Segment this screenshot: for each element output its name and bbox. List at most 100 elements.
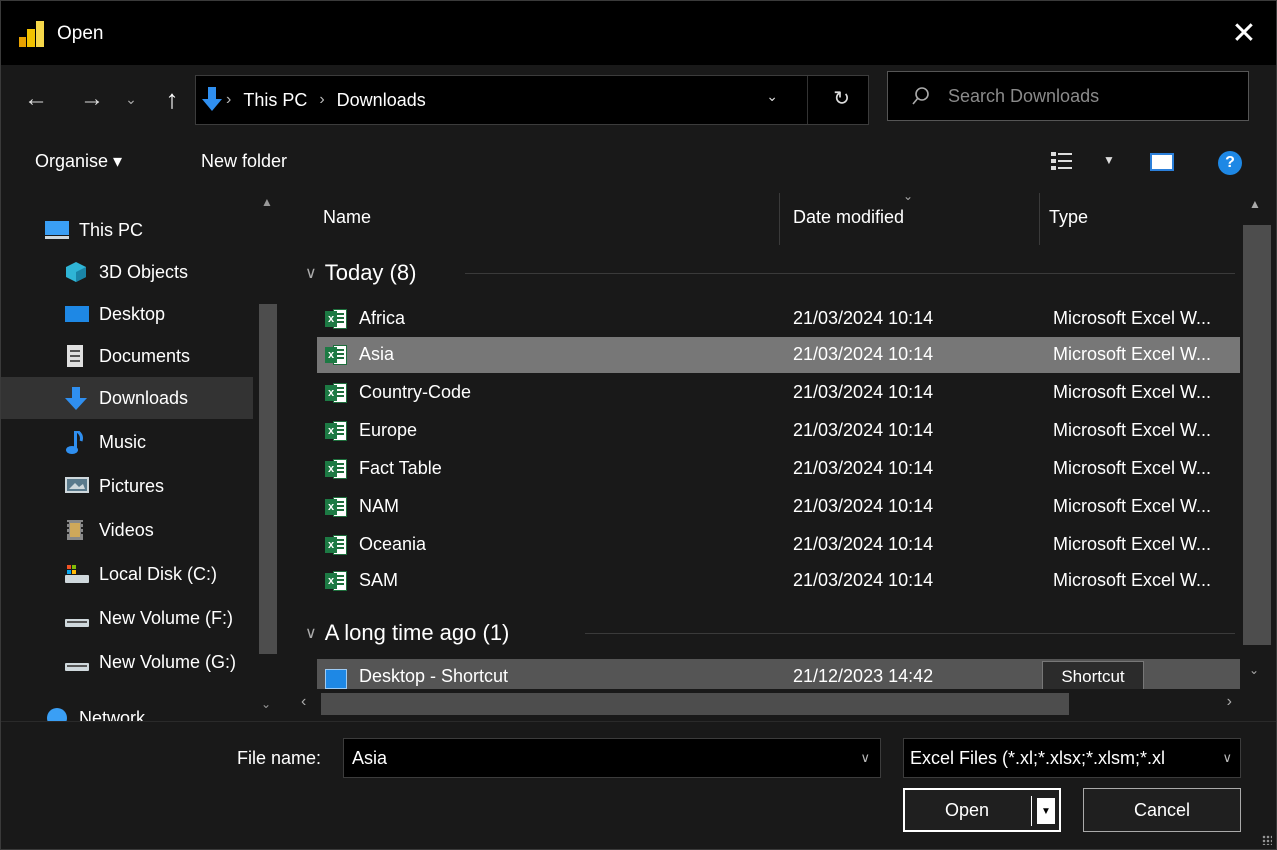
- sidebar-item-network[interactable]: Network: [1, 697, 253, 721]
- sidebar-item-videos[interactable]: Videos: [1, 509, 253, 551]
- column-divider[interactable]: [1039, 193, 1040, 245]
- resize-grip-icon[interactable]: [1262, 835, 1272, 845]
- sidebar-item-label: Documents: [99, 345, 191, 366]
- search-icon: [912, 87, 930, 105]
- pictures-icon: [65, 475, 89, 497]
- sidebar-item-label: Downloads: [99, 387, 189, 408]
- file-date: 21/03/2024 10:14: [793, 458, 934, 478]
- sidebar-item-label: Pictures: [99, 475, 165, 496]
- scroll-up-icon[interactable]: ▲: [261, 195, 273, 209]
- view-options-icon[interactable]: [1051, 152, 1073, 170]
- sidebar-item-label: Local Disk (C:): [99, 563, 218, 584]
- excel-file-icon: x: [325, 421, 347, 441]
- scroll-right-icon[interactable]: ›: [1227, 693, 1232, 711]
- file-name: Asia: [359, 344, 395, 364]
- breadcrumb-downloads[interactable]: Downloads: [329, 90, 434, 111]
- scrollbar-thumb[interactable]: [1243, 225, 1271, 645]
- scroll-down-icon[interactable]: ⌄: [261, 697, 271, 711]
- address-dropdown-chevron-icon[interactable]: ⌄: [766, 88, 778, 105]
- file-date: 21/03/2024 10:14: [793, 534, 934, 554]
- chevron-down-icon[interactable]: ∨: [860, 750, 870, 766]
- sidebar-item-label: Music: [99, 431, 147, 452]
- column-header-type[interactable]: Type: [1049, 189, 1088, 245]
- table-row[interactable]: x Country-Code 21/03/2024 10:14 Microsof…: [317, 375, 1240, 411]
- sidebar-item-this-pc[interactable]: This PC: [1, 209, 253, 251]
- file-name-combobox[interactable]: Asia ∨: [343, 738, 881, 778]
- sidebar-item-pictures[interactable]: Pictures: [1, 465, 253, 507]
- split-divider: [1031, 796, 1032, 826]
- file-list-horizontal-scrollbar[interactable]: ‹ ›: [295, 689, 1240, 719]
- table-row[interactable]: x Fact Table 21/03/2024 10:14 Microsoft …: [317, 451, 1240, 487]
- file-type: Microsoft Excel W...: [1053, 420, 1212, 440]
- address-bar[interactable]: › This PC › Downloads ⌄ ↻: [195, 75, 869, 125]
- sidebar-item-local-disk-c[interactable]: Local Disk (C:): [1, 553, 253, 595]
- file-name: Africa: [359, 308, 406, 328]
- organise-button[interactable]: Organise ▾: [35, 151, 122, 172]
- table-row[interactable]: x Africa 21/03/2024 10:14 Microsoft Exce…: [317, 301, 1240, 337]
- excel-file-icon: x: [325, 497, 347, 517]
- table-row[interactable]: x SAM 21/03/2024 10:14 Microsoft Excel W…: [317, 563, 1240, 599]
- back-button[interactable]: ←: [21, 83, 51, 115]
- breadcrumb-separator: ›: [319, 91, 325, 108]
- file-type-select[interactable]: Excel Files (*.xl;*.xlsx;*.xlsm;*.xl ∨: [903, 738, 1241, 778]
- table-row[interactable]: x Europe 21/03/2024 10:14 Microsoft Exce…: [317, 413, 1240, 449]
- file-name-value[interactable]: Asia: [352, 748, 387, 769]
- group-header-today[interactable]: ∨ Today (8): [295, 253, 416, 293]
- new-folder-button[interactable]: New folder: [201, 151, 287, 172]
- table-row[interactable]: x NAM 21/03/2024 10:14 Microsoft Excel W…: [317, 489, 1240, 525]
- column-header-date-modified[interactable]: Date modified: [793, 189, 904, 245]
- column-divider[interactable]: [779, 193, 780, 245]
- music-icon: [65, 429, 87, 454]
- drive-icon: [65, 563, 89, 585]
- chevron-down-icon[interactable]: ∨: [1222, 750, 1232, 766]
- file-type: Microsoft Excel W...: [1053, 534, 1212, 554]
- breadcrumb-this-pc[interactable]: This PC: [235, 90, 315, 111]
- sort-chevron-icon: ⌄: [903, 189, 914, 203]
- navigation-pane-scrollbar[interactable]: ▲ ⌄: [257, 189, 279, 721]
- scrollbar-thumb[interactable]: [259, 304, 277, 654]
- scroll-down-icon[interactable]: ⌄: [1249, 663, 1259, 677]
- excel-file-icon: x: [325, 571, 347, 591]
- search-input[interactable]: [948, 85, 1228, 107]
- cube-icon: [65, 261, 87, 283]
- table-row-selected[interactable]: x Asia 21/03/2024 10:14 Microsoft Excel …: [317, 337, 1240, 373]
- help-icon[interactable]: ?: [1218, 151, 1242, 175]
- table-row[interactable]: x Oceania 21/03/2024 10:14 Microsoft Exc…: [317, 527, 1240, 563]
- search-box[interactable]: [887, 71, 1249, 121]
- refresh-button[interactable]: ↻: [833, 86, 850, 111]
- file-date: 21/03/2024 10:14: [793, 420, 934, 440]
- collapse-chevron-icon: ∨: [305, 625, 317, 642]
- sidebar-item-desktop[interactable]: Desktop: [1, 293, 253, 335]
- group-header-a-long-time-ago[interactable]: ∨ A long time ago (1): [295, 613, 509, 653]
- sidebar-item-new-volume-f[interactable]: New Volume (F:): [1, 597, 253, 639]
- collapse-chevron-icon: ∨: [305, 265, 317, 282]
- scrollbar-thumb[interactable]: [321, 693, 1069, 715]
- cancel-button[interactable]: Cancel: [1083, 788, 1241, 832]
- excel-file-icon: x: [325, 383, 347, 403]
- scroll-up-icon[interactable]: ▲: [1249, 197, 1261, 211]
- open-dropdown-arrow-icon[interactable]: ▼: [1037, 798, 1055, 824]
- file-name: Fact Table: [359, 458, 442, 478]
- open-button[interactable]: Open ▼: [903, 788, 1061, 832]
- dialog-footer: File name: Asia ∨ Excel Files (*.xl;*.xl…: [1, 721, 1276, 849]
- preview-pane-icon[interactable]: [1150, 153, 1174, 171]
- drive-icon: [65, 607, 89, 629]
- close-button[interactable]: ✕: [1226, 15, 1262, 51]
- sidebar-item-new-volume-g[interactable]: New Volume (G:): [1, 641, 253, 683]
- sidebar-item-documents[interactable]: Documents: [1, 335, 253, 377]
- file-list-vertical-scrollbar[interactable]: ▲ ⌄: [1241, 189, 1271, 689]
- column-header-name[interactable]: Name: [323, 189, 371, 245]
- up-button[interactable]: ↑: [159, 83, 185, 115]
- sidebar-item-3d-objects[interactable]: 3D Objects: [1, 251, 253, 293]
- sidebar-item-music[interactable]: Music: [1, 421, 253, 463]
- file-date: 21/03/2024 10:14: [793, 308, 934, 328]
- scroll-left-icon[interactable]: ‹: [301, 693, 306, 711]
- recent-locations-button[interactable]: ⌄: [121, 83, 141, 115]
- address-divider: [807, 76, 808, 124]
- forward-button[interactable]: →: [77, 83, 107, 115]
- file-type: Microsoft Excel W...: [1053, 458, 1212, 478]
- group-title: A long time ago (1): [324, 620, 510, 645]
- excel-file-icon: x: [325, 535, 347, 555]
- view-dropdown-icon[interactable]: ▼: [1103, 153, 1115, 167]
- sidebar-item-downloads[interactable]: Downloads: [1, 377, 253, 419]
